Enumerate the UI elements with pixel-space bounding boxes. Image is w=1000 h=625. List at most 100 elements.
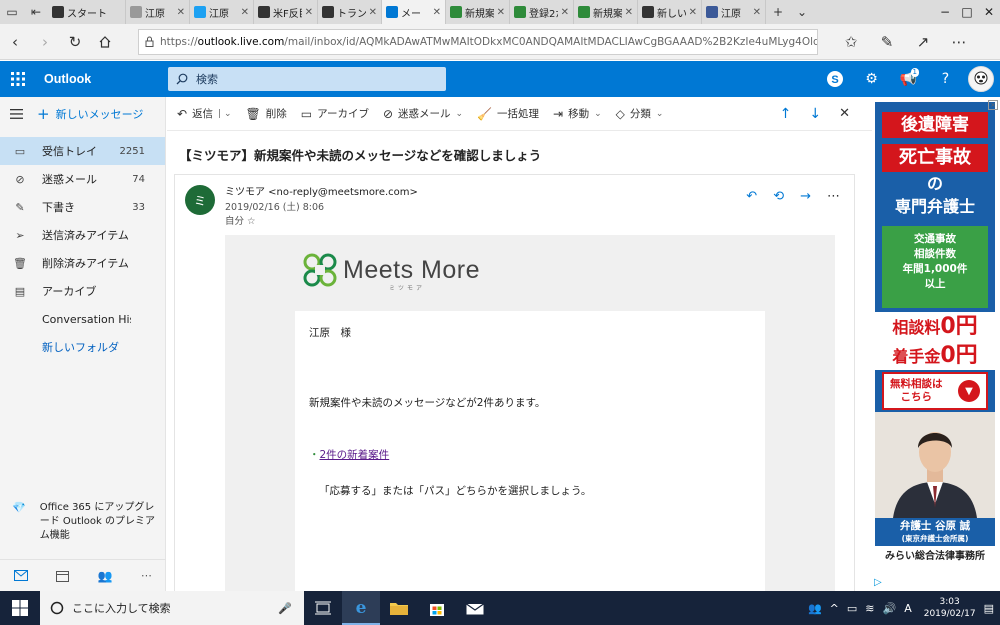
sender-name[interactable]: ミツモア <no-reply@meetsmore.com>: [225, 183, 418, 198]
task-view-icon[interactable]: [304, 591, 342, 625]
browser-tab[interactable]: 新規案 ✕: [574, 0, 638, 24]
back-button[interactable]: ‹: [0, 27, 30, 57]
ime-indicator[interactable]: A: [904, 602, 912, 615]
share-icon[interactable]: ↗: [908, 27, 938, 57]
close-tab-icon[interactable]: ✕: [241, 7, 249, 18]
close-window-button[interactable]: ✕: [978, 5, 1000, 19]
adchoices-icon[interactable]: ▷: [874, 577, 882, 588]
calendar-module-icon[interactable]: [56, 570, 70, 582]
folder-item[interactable]: ✎ 下書き 33: [0, 193, 165, 221]
taskbar-search[interactable]: ここに入力して検索 🎤: [40, 591, 304, 625]
app-launcher-icon[interactable]: [0, 61, 36, 97]
browser-tab[interactable]: 新しいタ✕: [638, 0, 702, 24]
folder-item[interactable]: Conversation Hist...: [0, 305, 165, 333]
folder-item[interactable]: ➢ 送信済みアイテム: [0, 221, 165, 249]
browser-tab[interactable]: 登録2か✕: [510, 0, 574, 24]
forward-icon[interactable]: →: [800, 189, 811, 204]
help-icon[interactable]: ?: [927, 61, 964, 97]
settings-gear-icon[interactable]: ⚙: [853, 61, 890, 97]
sender-avatar[interactable]: ミ: [185, 185, 215, 215]
chevron-down-icon[interactable]: | ⌄: [218, 109, 231, 119]
reply-icon[interactable]: ↶: [746, 189, 757, 204]
browser-tab[interactable]: 米F反臣✕: [254, 0, 318, 24]
close-tab-icon[interactable]: ✕: [689, 7, 697, 18]
folder-item[interactable]: 🗑 削除済みアイテム: [0, 249, 165, 277]
whats-new-megaphone-icon[interactable]: 📢 1: [890, 61, 927, 97]
browser-tab[interactable]: 江原 ✕: [126, 0, 190, 24]
close-tab-icon[interactable]: ✕: [433, 7, 441, 18]
more-actions-icon[interactable]: ⋯: [827, 189, 840, 204]
folder-item[interactable]: 新しいフォルダ: [0, 333, 165, 361]
junk-button[interactable]: ⊘ 迷惑メール ⌄: [383, 106, 463, 121]
store-icon[interactable]: [418, 591, 456, 625]
maximize-button[interactable]: □: [956, 5, 978, 19]
hamburger-menu-icon[interactable]: [10, 109, 23, 119]
previous-message-arrow-icon[interactable]: ↑: [780, 106, 792, 122]
upgrade-promo[interactable]: 💎 Office 365 にアップグレード Outlook のプレミアム機能: [12, 501, 162, 543]
wifi-icon[interactable]: ≋: [865, 602, 874, 615]
move-button[interactable]: ⇥ 移動 ⌄: [553, 106, 602, 121]
people-icon[interactable]: 👥: [808, 602, 822, 615]
refresh-button[interactable]: ↻: [60, 27, 90, 57]
show-hidden-icons-icon[interactable]: ^: [830, 602, 839, 615]
skype-icon[interactable]: S: [816, 61, 853, 97]
close-tab-icon[interactable]: ✕: [369, 7, 377, 18]
next-message-arrow-icon[interactable]: ↓: [809, 106, 821, 122]
browser-tab[interactable]: メー ✕: [382, 0, 446, 24]
delete-button[interactable]: 🗑 削除: [246, 106, 287, 121]
tab-list-chevron-icon[interactable]: ⌄: [790, 0, 814, 24]
windows-start-icon[interactable]: [0, 591, 40, 625]
forward-button[interactable]: ›: [30, 27, 60, 57]
clock[interactable]: 3:03 2019/02/17: [924, 596, 976, 620]
browser-tab[interactable]: スタート: [48, 0, 126, 24]
archive-button[interactable]: ▭ アーカイブ: [301, 106, 369, 121]
browser-tab[interactable]: 江原 ✕: [190, 0, 254, 24]
reply-button[interactable]: ↶ 返信 | ⌄: [177, 106, 232, 121]
close-tab-icon[interactable]: ✕: [177, 7, 185, 18]
close-tab-icon[interactable]: ✕: [625, 7, 633, 18]
close-message-icon[interactable]: ✕: [839, 106, 850, 122]
browser-tab[interactable]: 新規案 ✕: [446, 0, 510, 24]
new-message-button[interactable]: + 新しいメッセージ: [37, 105, 143, 123]
edge-taskbar-icon[interactable]: e: [342, 591, 380, 625]
close-tab-icon[interactable]: ✕: [497, 7, 505, 18]
action-center-icon[interactable]: ▤: [984, 602, 994, 615]
reply-all-icon[interactable]: ⟲: [773, 189, 784, 204]
mail-search-box[interactable]: 検索: [168, 67, 446, 91]
favorites-hub-icon[interactable]: ✩: [836, 27, 866, 57]
recipient[interactable]: 自分 ☆: [225, 213, 256, 227]
microphone-icon[interactable]: 🎤: [278, 602, 292, 615]
close-tab-icon[interactable]: ✕: [561, 7, 569, 18]
browser-tab[interactable]: トランプ✕: [318, 0, 382, 24]
account-avatar[interactable]: [968, 66, 994, 92]
meetsmore-logo[interactable]: Meets More ミツモア: [303, 253, 480, 292]
volume-icon[interactable]: 🔊: [882, 602, 896, 615]
more-menu-icon[interactable]: ⋯: [944, 27, 974, 57]
folder-item[interactable]: ▭ 受信トレイ 2251: [0, 137, 165, 165]
home-button[interactable]: [90, 27, 120, 57]
address-bar[interactable]: https://outlook.live.com/mail/inbox/id/A…: [138, 28, 818, 55]
new-tab-button[interactable]: +: [766, 0, 790, 24]
web-note-icon[interactable]: ✎: [872, 27, 902, 57]
minimize-button[interactable]: −: [934, 5, 956, 19]
tabs-aside-icon[interactable]: ⇤: [24, 0, 48, 24]
ad-cta-button[interactable]: 無料相談は こちら ▼: [882, 372, 988, 410]
mail-module-icon[interactable]: [14, 570, 29, 581]
law-firm-ad[interactable]: 後遺障害 死亡事故 の 専門弁護士 交通事故 相談件数 年間1,000件 以上 …: [875, 102, 995, 568]
new-cases-link[interactable]: 2件の新着案件: [320, 449, 390, 461]
sweep-button[interactable]: 🧹 一括処理: [477, 106, 539, 121]
more-modules-icon[interactable]: ⋯: [141, 569, 152, 582]
categorize-button[interactable]: ◇ 分類 ⌄: [616, 106, 664, 121]
file-explorer-icon[interactable]: [380, 591, 418, 625]
close-tab-icon[interactable]: ✕: [305, 7, 313, 18]
network-icon[interactable]: ▭: [847, 602, 857, 615]
outlook-brand[interactable]: Outlook: [44, 72, 168, 86]
ad-close-icon[interactable]: ×: [988, 100, 998, 110]
folder-item[interactable]: ⊘ 迷惑メール 74: [0, 165, 165, 193]
tab-preview-icon[interactable]: ▭: [0, 0, 24, 24]
people-module-icon[interactable]: 👥: [98, 569, 113, 583]
close-tab-icon[interactable]: ✕: [753, 7, 761, 18]
browser-tab[interactable]: 江原 ✕: [702, 0, 766, 24]
folder-item[interactable]: ▤ アーカイブ: [0, 277, 165, 305]
mail-app-icon[interactable]: [456, 591, 494, 625]
